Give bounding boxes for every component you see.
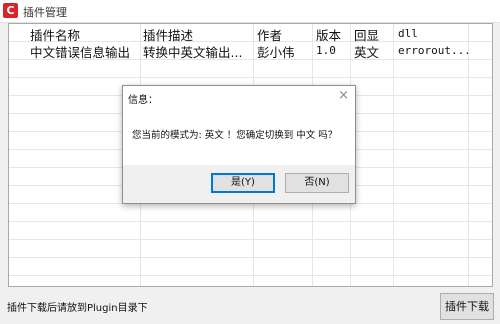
cell-plugin-name[interactable]: 中文错误信息输出 — [30, 42, 140, 61]
app-logo-icon: C — [3, 3, 18, 18]
footer-hint: 插件下载后请放到Plugin目录下 — [7, 303, 148, 314]
title-bar: C 插件管理 — [0, 0, 500, 23]
column-header-version[interactable]: 版本 — [316, 25, 341, 44]
yes-button[interactable]: 是(Y) — [211, 173, 275, 193]
cell-plugin-version[interactable]: 1.0 — [316, 44, 336, 57]
row-divider — [9, 239, 492, 240]
no-button[interactable]: 否(N) — [285, 173, 349, 193]
dialog-title: 信息： — [128, 95, 158, 106]
plugin-download-button[interactable]: 插件下载 — [440, 293, 494, 320]
column-divider — [468, 24, 469, 286]
cell-plugin-description[interactable]: 转换中英文输出... — [143, 42, 253, 61]
row-divider — [9, 77, 492, 78]
info-dialog: 信息： × 您当前的模式为: 英文 ！您确定切换到 中文 吗？ 是(Y) 否(N… — [122, 85, 356, 204]
column-divider — [393, 24, 394, 286]
close-icon[interactable]: × — [338, 88, 349, 103]
cell-plugin-echo[interactable]: 英文 — [354, 42, 379, 61]
row-divider — [9, 257, 492, 258]
row-divider — [9, 221, 492, 222]
window-title: 插件管理 — [23, 6, 67, 19]
cell-plugin-author[interactable]: 彭小伟 — [257, 42, 295, 61]
dialog-message: 您当前的模式为: 英文 ！您确定切换到 中文 吗？ — [132, 130, 338, 141]
column-header-dll[interactable]: dll — [398, 27, 418, 40]
row-divider — [9, 275, 492, 276]
dialog-button-bar: 是(Y) 否(N) — [123, 165, 355, 203]
cell-plugin-dll[interactable]: errorout... — [398, 44, 468, 57]
